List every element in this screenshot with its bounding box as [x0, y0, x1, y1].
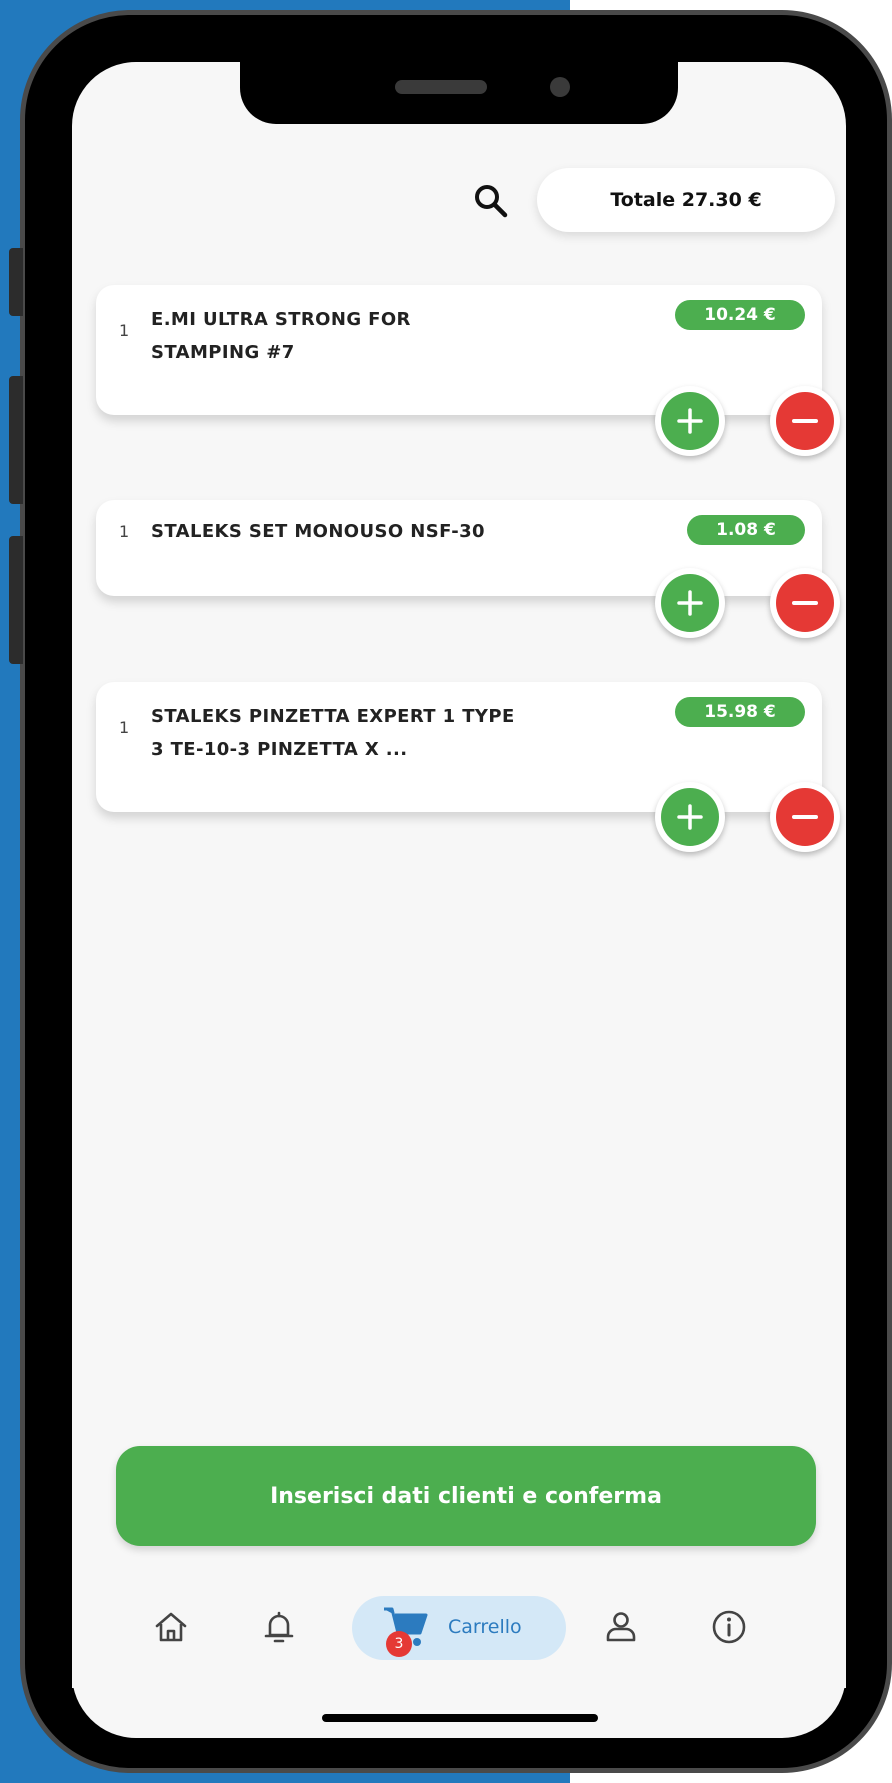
item-title-line: STALEKS PINZETTA EXPERT 1 TYPE [151, 706, 515, 727]
item-title: STALEKS PINZETTA EXPERT 1 TYPE 3 TE-10-3… [151, 700, 611, 766]
speaker-grille [395, 80, 487, 94]
confirm-order-label: Inserisci dati clienti e conferma [270, 1483, 662, 1509]
minus-icon [792, 815, 818, 819]
item-quantity: 1 [119, 522, 130, 541]
increase-quantity-button[interactable] [655, 568, 725, 638]
phone-side-button [9, 248, 23, 316]
plus-icon [677, 804, 703, 830]
item-title-line: STALEKS SET MONOUSO NSF-30 [151, 521, 485, 542]
item-quantity: 1 [119, 321, 130, 340]
cart-count-badge: 3 [386, 1631, 412, 1657]
front-camera [550, 77, 570, 97]
minus-icon [792, 419, 818, 423]
nav-cart-label: Carrello [448, 1616, 522, 1638]
item-title-line: STAMPING #7 [151, 342, 295, 363]
cart-total-button[interactable]: Totale 27.30 € [537, 168, 835, 232]
item-price-badge: 10.24 € [675, 300, 805, 330]
plus-icon [677, 408, 703, 434]
item-price-badge: 15.98 € [675, 697, 805, 727]
item-quantity: 1 [119, 718, 130, 737]
home-indicator [322, 1714, 598, 1722]
info-icon[interactable] [710, 1608, 748, 1646]
item-title: E.MI ULTRA STRONG FOR STAMPING #7 [151, 303, 571, 369]
bell-icon[interactable] [260, 1608, 298, 1646]
plus-icon [677, 590, 703, 616]
item-title: STALEKS SET MONOUSO NSF-30 [151, 515, 631, 548]
decrease-quantity-button[interactable] [770, 386, 840, 456]
confirm-order-button[interactable]: Inserisci dati clienti e conferma [116, 1446, 816, 1546]
increase-quantity-button[interactable] [655, 782, 725, 852]
phone-volume-down [9, 536, 23, 664]
user-icon[interactable] [602, 1608, 640, 1646]
home-icon[interactable] [152, 1608, 190, 1646]
phone-volume-up [9, 376, 23, 504]
item-title-line: E.MI ULTRA STRONG FOR [151, 309, 411, 330]
decrease-quantity-button[interactable] [770, 782, 840, 852]
item-title-line: 3 TE-10-3 PINZETTA X ... [151, 739, 408, 760]
minus-icon [792, 601, 818, 605]
search-icon[interactable] [472, 182, 510, 220]
increase-quantity-button[interactable] [655, 386, 725, 456]
item-price-badge: 1.08 € [687, 515, 805, 545]
cart-total-label: Totale 27.30 € [610, 189, 762, 211]
phone-notch [240, 62, 678, 124]
decrease-quantity-button[interactable] [770, 568, 840, 638]
